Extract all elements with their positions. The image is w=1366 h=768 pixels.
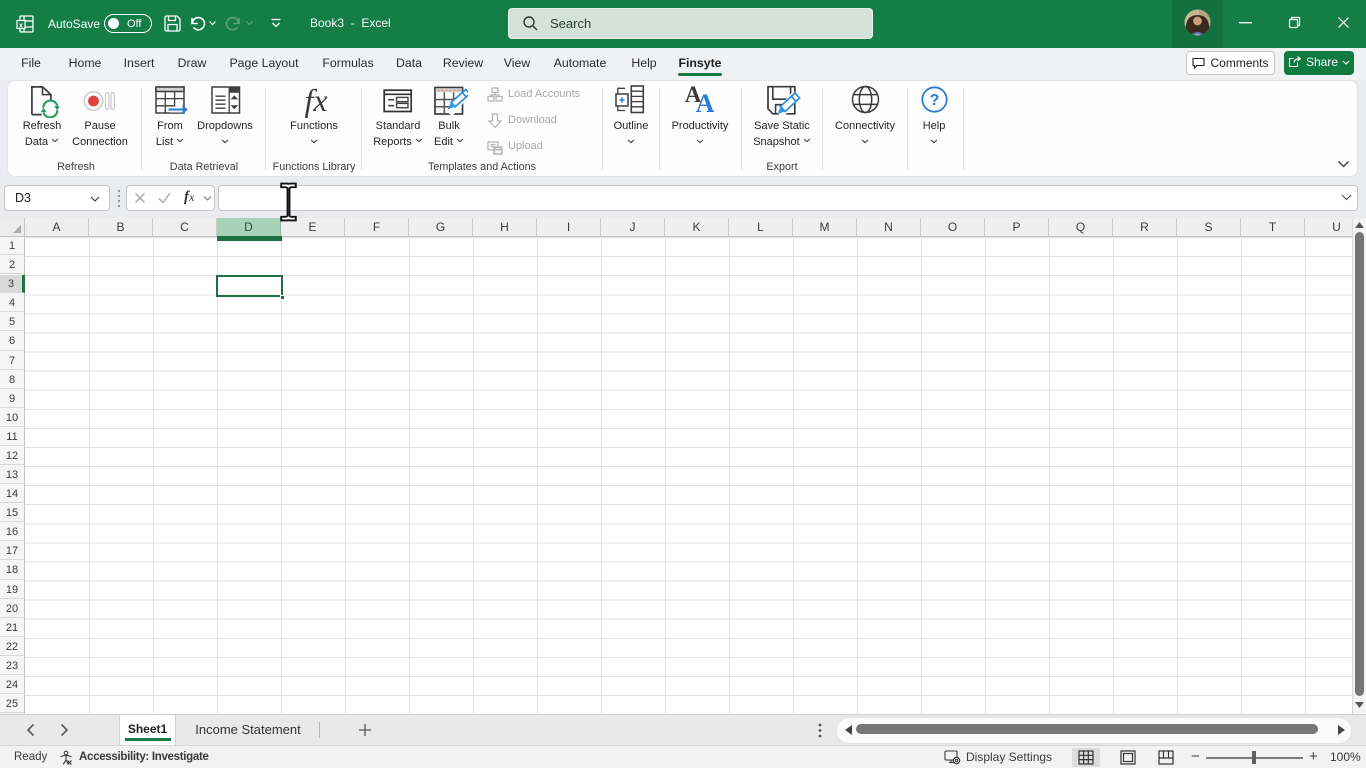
svg-text:?: ? (930, 92, 940, 109)
